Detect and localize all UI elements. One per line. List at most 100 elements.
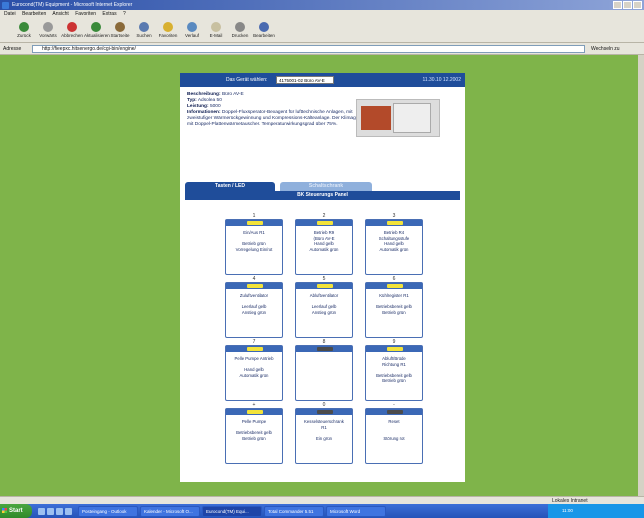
desktop-icon[interactable] [38, 507, 45, 515]
task-outlook[interactable]: Posteingang - Outlook [78, 505, 138, 517]
key-button[interactable]: Reset Störung rot [365, 408, 423, 464]
menu-datei[interactable]: Datei [4, 11, 16, 17]
media-icon[interactable] [65, 507, 72, 515]
menu-favoriten[interactable]: Favoriten [75, 11, 96, 17]
key-button[interactable]: Kesselsteuerschrank R1 Ein grün [295, 408, 353, 464]
key-button[interactable]: Pelle Pumpe Betriebsbereit gelb Betrieb gr… [225, 408, 283, 464]
address-input[interactable]: http://fieepxc.hitsenergo.de/cgi-bin/eng… [32, 45, 585, 53]
minimize-button[interactable] [613, 1, 622, 9]
key-button[interactable]: Ein/Aus R1 Betrieb grün Vorregelung Ein/ro… [225, 219, 283, 275]
menu-ansicht[interactable]: Ansicht [52, 11, 68, 17]
window-titlebar: Eurocond(TM) Equipment - Microsoft Inter… [0, 0, 644, 10]
button-grid: 1 Ein/Aus R1 Betrieb grün Vorregelung Ein/r… [225, 213, 423, 465]
key-text: Abluftventilator Leerlauf gelb Anstieg grü… [298, 293, 350, 315]
key-text: Kesselsteuerschrank R1 Ein grün [298, 419, 350, 441]
tab-tasten-led[interactable]: Tasten / LED [185, 182, 275, 191]
key-button[interactable]: Zuluftventilator Leerlauf gelb Anstieg grü… [225, 282, 283, 338]
key-header [226, 409, 282, 415]
key-header [366, 283, 422, 289]
history-icon [187, 22, 197, 32]
key-label-line: Störung rot [383, 435, 405, 441]
window-controls [613, 1, 642, 9]
key-header [226, 220, 282, 226]
key-button[interactable] [295, 345, 353, 401]
toolbar: Zurück Vorwärts Abbrechen Aktualisieren … [0, 19, 644, 43]
panel-key: 1 Ein/Aus R1 Betrieb grün Vorregelung Ein/r… [225, 213, 283, 276]
led-indicator [317, 221, 333, 225]
refresh-button[interactable]: Aktualisieren [84, 20, 110, 42]
key-label-line: Pelle Pumpe Antrieb [234, 356, 274, 361]
address-label: Adresse [3, 46, 22, 52]
panel-key: 4 Zuluftventilator Leerlauf gelb Anstieg gr… [225, 276, 283, 339]
task-total-commander[interactable]: Total Commander 5.51 [264, 505, 324, 517]
panel-key: 9 Abluft/Brüde Richtung R1 Betriebsbereit g… [365, 339, 423, 402]
forward-button[interactable]: Vorwärts [36, 20, 60, 42]
system-tray: 11:00 [548, 504, 644, 518]
led-indicator [247, 347, 263, 351]
home-button[interactable]: Startseite [108, 20, 132, 42]
ie-icon [2, 2, 9, 9]
mail-button[interactable]: E-Mail [204, 20, 228, 42]
key-label-line: Betrieb grün [242, 435, 266, 441]
key-header [296, 409, 352, 415]
favorites-button[interactable]: Favoriten [156, 20, 180, 42]
address-bar: Adresse http://fieepxc.hitsenergo.de/cgi… [0, 43, 644, 55]
key-label-line: Automatik grün [309, 246, 339, 252]
key-label-line [298, 373, 350, 379]
key-button[interactable]: Abluft/Brüde Richtung R1 Betriebsbereit ge… [365, 345, 423, 401]
back-button[interactable]: Zurück [12, 20, 36, 42]
stop-icon [67, 22, 77, 32]
device-select-label: Das Gerät wählen: [226, 77, 268, 83]
panel-key: 3 Betrieb R4 Schaltungsstufe Hand gelb Autom… [365, 213, 423, 276]
tab-bar: Tasten / LED Schaltschrank [185, 182, 460, 191]
key-header [366, 220, 422, 226]
panel-key: 0 Kesselsteuerschrank R1 Ein grün [295, 402, 353, 465]
key-label-line: Vorregelung Ein/rot [235, 246, 273, 252]
key-button[interactable]: Abluftventilator Leerlauf gelb Anstieg grü… [295, 282, 353, 338]
close-button[interactable] [633, 1, 642, 9]
search-button[interactable]: Suchen [132, 20, 156, 42]
key-button[interactable]: Betrieb R9 (Büro AV-E Hand gelb Automatik g… [295, 219, 353, 275]
vertical-scrollbar[interactable] [638, 55, 644, 496]
led-indicator [387, 410, 403, 414]
star-icon [163, 22, 173, 32]
edit-button[interactable]: Bearbeiten [252, 20, 276, 42]
go-button[interactable]: Wechseln zu [591, 43, 620, 55]
key-text: Zuluftventilator Leerlauf gelb Anstieg grü… [228, 293, 280, 315]
menu-help[interactable]: ? [123, 11, 126, 17]
key-button[interactable]: Betrieb R4 Schaltungsstufe Hand gelb Automa… [365, 219, 423, 275]
key-header [296, 220, 352, 226]
history-button[interactable]: Verlauf [180, 20, 204, 42]
clock: 11:00 [562, 508, 573, 513]
device-info: Beschreibung: Büro AV-E Typ: Adsolea 50 … [187, 92, 365, 127]
stop-button[interactable]: Abbrechen [60, 20, 84, 42]
taskbar: Start Posteingang - Outlook Kalender - M… [0, 504, 644, 518]
key-text: Reset Störung rot [368, 419, 420, 441]
printer-icon [235, 22, 245, 32]
status-bar: Lokales Intranet [0, 496, 644, 504]
key-label-line: Betrieb grün [382, 309, 406, 315]
ie-quicklaunch-icon[interactable] [47, 507, 54, 515]
outlook-icon[interactable] [56, 507, 63, 515]
maximize-button[interactable] [623, 1, 632, 9]
print-button[interactable]: Drucken [228, 20, 252, 42]
key-label-line: Automatik grün [379, 246, 409, 252]
led-indicator [317, 284, 333, 288]
task-word[interactable]: Microsoft Word [326, 505, 386, 517]
task-calendar[interactable]: Kalender - Microsoft O... [140, 505, 200, 517]
search-icon [139, 22, 149, 32]
key-button[interactable]: Pelle Pumpe Antrieb Hand gelb Automatik gr… [225, 345, 283, 401]
menu-extras[interactable]: Extras [102, 11, 116, 17]
menu-bearbeiten[interactable]: Bearbeiten [22, 11, 46, 17]
key-header [366, 346, 422, 352]
key-text: Abluft/Brüde Richtung R1 Betriebsbereit ge… [368, 356, 420, 384]
task-eurocond[interactable]: Eurocond(TM) Equi... [202, 505, 262, 517]
tab-schaltschrank[interactable]: Schaltschrank [280, 182, 372, 191]
led-indicator [387, 284, 403, 288]
window-title: Eurocond(TM) Equipment - Microsoft Inter… [12, 2, 133, 8]
led-indicator [387, 347, 403, 351]
led-indicator [247, 221, 263, 225]
device-select[interactable]: 4175001-02 Büro AV-E [276, 76, 334, 84]
key-button[interactable]: Kühlregister R1 Betriebsbereit gelb Betrie… [365, 282, 423, 338]
start-button[interactable]: Start [0, 504, 32, 518]
